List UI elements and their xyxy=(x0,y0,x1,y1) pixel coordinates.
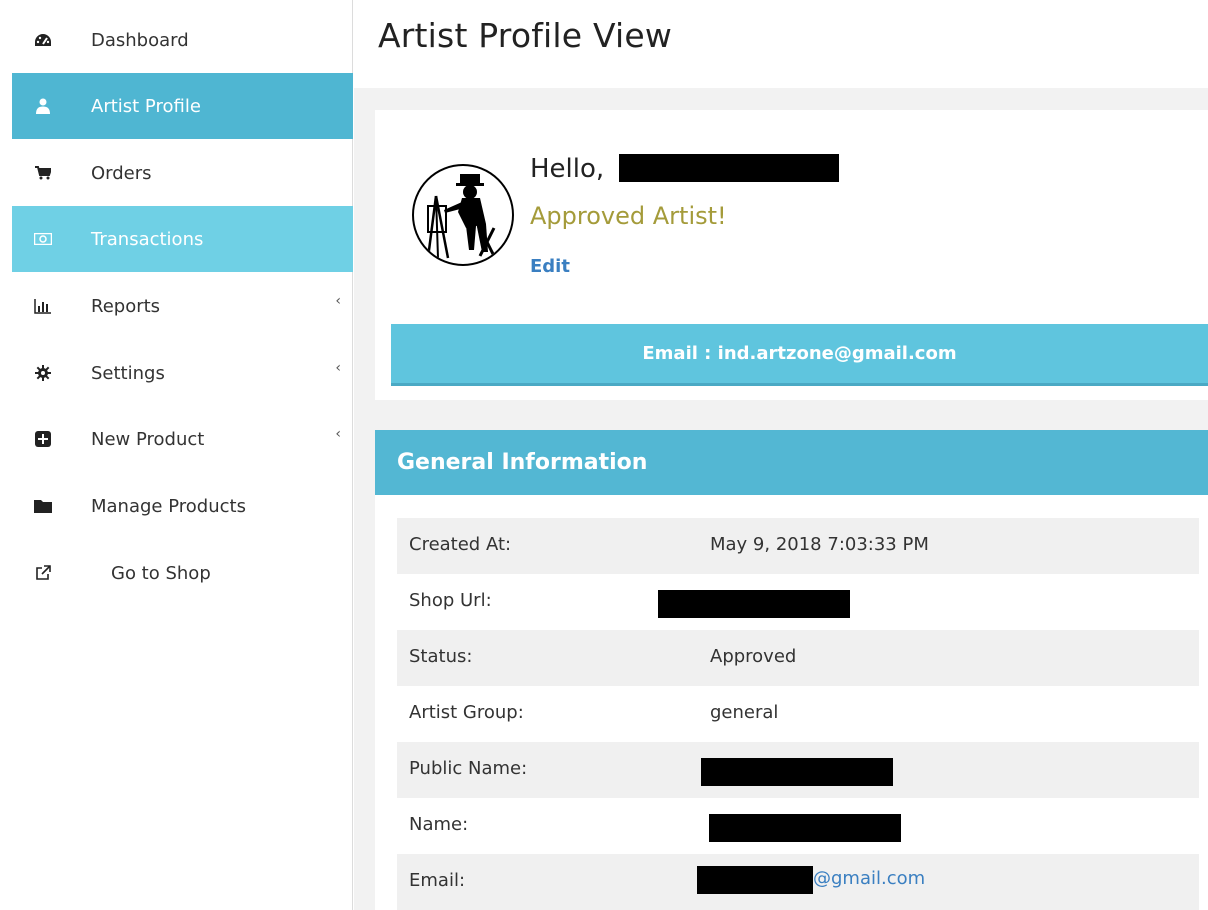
greeting-text: Hello, xyxy=(530,154,605,184)
sidebar-item-go-to-shop[interactable]: Go to Shop xyxy=(12,540,353,606)
info-row-name: Name: xyxy=(397,798,1199,854)
info-row-artist-group: Artist Group: general xyxy=(397,686,1199,742)
edit-profile-link[interactable]: Edit xyxy=(530,256,570,277)
redacted-name xyxy=(619,154,839,182)
info-value: May 9, 2018 7:03:33 PM xyxy=(710,534,929,555)
email-banner: Email : ind.artzone@gmail.com xyxy=(391,324,1208,386)
redacted-email-user xyxy=(697,866,813,894)
info-row-shop-url: Shop Url: xyxy=(397,574,1199,630)
plus-square-icon xyxy=(34,430,52,448)
artist-avatar xyxy=(412,164,514,266)
email-value-link[interactable]: @gmail.com xyxy=(813,868,925,889)
info-label: Shop Url: xyxy=(409,590,492,611)
info-row-status: Status: Approved xyxy=(397,630,1199,686)
info-value: Approved xyxy=(710,646,797,667)
sidebar-item-settings[interactable]: Settings ‹ xyxy=(12,340,353,406)
sidebar-item-manage-products[interactable]: Manage Products xyxy=(12,473,353,539)
redacted-shop-url xyxy=(658,590,850,618)
sidebar: Dashboard Artist Profile Orders Transact… xyxy=(0,0,353,910)
sidebar-item-label: Transactions xyxy=(91,228,204,250)
folder-icon xyxy=(34,497,52,515)
sidebar-item-new-product[interactable]: New Product ‹ xyxy=(12,406,353,472)
gear-icon xyxy=(34,364,52,382)
approved-status-text: Approved Artist! xyxy=(530,202,727,230)
bar-chart-icon xyxy=(34,297,52,315)
external-link-icon xyxy=(34,564,52,582)
info-value: general xyxy=(710,702,779,723)
sidebar-item-label: Reports xyxy=(91,295,161,317)
painter-silhouette-icon xyxy=(426,174,496,259)
info-row-email: Email: @gmail.com xyxy=(397,854,1199,910)
sidebar-item-reports[interactable]: Reports ‹ xyxy=(12,273,353,339)
info-label: Email: xyxy=(409,870,466,891)
info-row-public-name: Public Name: xyxy=(397,742,1199,798)
info-label: Name: xyxy=(409,814,469,835)
info-row-created-at: Created At: May 9, 2018 7:03:33 PM xyxy=(397,518,1199,574)
redacted-public-name xyxy=(701,758,893,786)
chevron-left-icon: ‹ xyxy=(335,426,341,442)
info-label: Artist Group: xyxy=(409,702,524,723)
sidebar-item-label: Go to Shop xyxy=(111,562,211,584)
info-label: Created At: xyxy=(409,534,512,555)
info-label: Status: xyxy=(409,646,473,667)
sidebar-item-artist-profile[interactable]: Artist Profile xyxy=(12,73,353,139)
chevron-left-icon: ‹ xyxy=(335,293,341,309)
profile-card: Hello, Approved Artist! Edit Email : ind… xyxy=(375,110,1208,400)
sidebar-item-label: Dashboard xyxy=(91,29,189,51)
dashboard-icon xyxy=(34,31,52,49)
redacted-name-value xyxy=(709,814,901,842)
sidebar-item-label: Settings xyxy=(91,362,165,384)
info-label: Public Name: xyxy=(409,758,528,779)
sidebar-item-label: Manage Products xyxy=(91,495,246,517)
cart-icon xyxy=(34,164,52,182)
user-icon xyxy=(34,97,52,115)
sidebar-item-dashboard[interactable]: Dashboard xyxy=(12,7,353,73)
money-icon xyxy=(34,230,52,248)
sidebar-item-label: New Product xyxy=(91,428,205,450)
sidebar-item-orders[interactable]: Orders xyxy=(12,140,353,206)
page-header: Artist Profile View xyxy=(354,0,1208,88)
sidebar-item-label: Artist Profile xyxy=(91,95,201,117)
sidebar-item-label: Orders xyxy=(91,162,152,184)
general-information-card: General Information Created At: May 9, 2… xyxy=(375,430,1208,910)
sidebar-item-transactions[interactable]: Transactions xyxy=(12,206,353,272)
general-information-header: General Information xyxy=(375,430,1208,495)
main-content: Artist Profile View Hello, Approved Arti… xyxy=(354,0,1208,910)
page-title: Artist Profile View xyxy=(378,16,673,55)
chevron-left-icon: ‹ xyxy=(335,360,341,376)
